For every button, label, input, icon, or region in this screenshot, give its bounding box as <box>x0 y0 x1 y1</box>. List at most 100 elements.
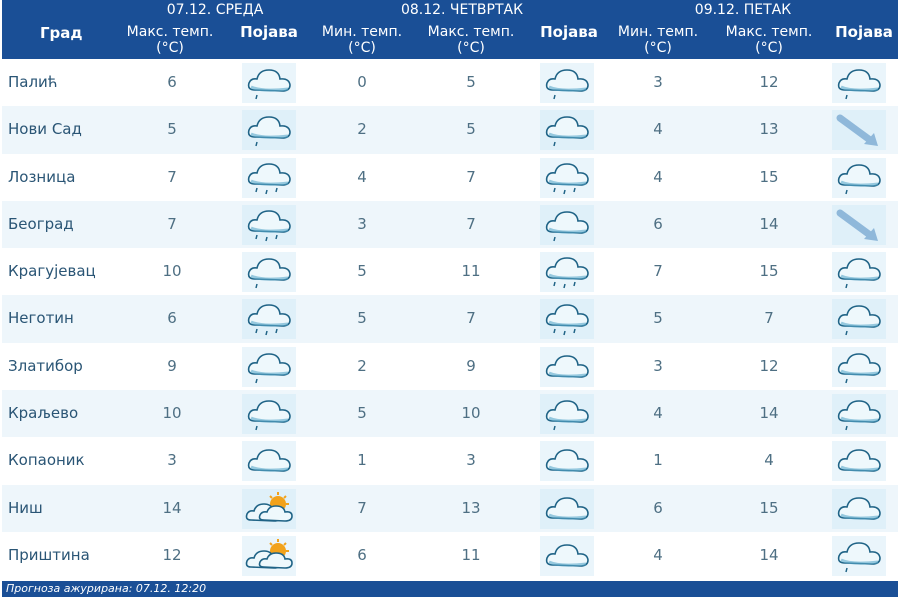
min-temp: 2 <box>357 120 367 139</box>
day-2-max-temp-header: Макс. темп. (°C) <box>427 24 515 56</box>
min-temp: 5 <box>357 262 367 281</box>
max-temp: 10 <box>461 404 481 423</box>
min-temp: 4 <box>357 167 367 186</box>
min-temp: 4 <box>653 545 663 564</box>
max-temp: 14 <box>759 404 779 423</box>
min-temp: 1 <box>357 451 367 470</box>
max-temp: 12 <box>162 545 182 564</box>
cloud-light-rain-icon <box>540 394 594 435</box>
cloud-sun-icon <box>242 535 296 576</box>
table-row: Крагујевац 10 5 11 7 15 <box>2 248 898 295</box>
max-temp: 15 <box>759 167 779 186</box>
table-header: Град 07.12. СРЕДА Макс. темп. (°C) Појав… <box>2 0 898 59</box>
min-temp: 7 <box>653 262 663 281</box>
cloud-light-rain-icon <box>242 63 296 103</box>
max-temp: 3 <box>167 451 177 470</box>
cloud-rain-icon <box>540 252 594 293</box>
min-temp: 3 <box>357 214 367 233</box>
cloud-light-rain-icon <box>242 252 296 293</box>
min-temp: 4 <box>653 404 663 423</box>
city-name: Неготин <box>8 309 74 328</box>
cloud-rain-icon <box>242 204 296 245</box>
cloud-light-rain-icon <box>832 63 886 103</box>
table-row: Београд 7 3 7 6 14 <box>2 200 898 249</box>
table-row: Ниш 14 7 13 6 15 <box>2 484 898 532</box>
max-temp: 7 <box>167 167 177 186</box>
update-footer: Прогноза ажурирана: 07.12. 12:20 <box>2 581 898 597</box>
city-name: Приштина <box>8 545 90 564</box>
max-temp: 6 <box>167 73 177 91</box>
wind-arrow-icon <box>832 204 886 245</box>
day-2-min-temp-header: Мин. темп. (°C) <box>321 24 403 56</box>
cloud-icon <box>540 346 594 387</box>
max-temp: 12 <box>759 73 779 91</box>
cloud-light-rain-icon <box>832 157 886 198</box>
cloud-rain-icon <box>242 299 296 340</box>
day-3-header: 09.12. ПЕТАК <box>694 2 792 18</box>
max-temp: 11 <box>461 262 481 281</box>
max-temp: 12 <box>759 356 779 375</box>
cloud-icon <box>540 441 594 482</box>
cloud-light-rain-icon <box>832 535 886 576</box>
day-1-max-temp-header: Макс. темп. (°C) <box>126 24 214 56</box>
min-temp: 5 <box>653 309 663 328</box>
cloud-light-rain-icon <box>832 346 886 387</box>
city-name: Краљево <box>8 404 79 423</box>
max-temp: 5 <box>466 73 476 91</box>
min-temp: 4 <box>653 167 663 186</box>
max-temp: 5 <box>167 120 177 139</box>
max-temp: 14 <box>759 545 779 564</box>
city-name: Београд <box>8 214 74 233</box>
min-temp: 0 <box>357 73 367 91</box>
day-2-header: 08.12. ЧЕТВРТАК <box>400 2 524 18</box>
day-1-header: 07.12. СРЕДА <box>166 2 264 18</box>
cloud-icon <box>832 488 886 529</box>
table-body: Палић 6 0 5 3 12 Нови Сад 5 2 5 4 13 Лозница 7 4 7 4 15 Бе… <box>2 59 898 579</box>
min-temp: 3 <box>653 356 663 375</box>
day-2-icon-header: Појава <box>540 23 598 41</box>
cloud-icon <box>540 535 594 576</box>
max-temp: 7 <box>764 309 774 328</box>
cloud-light-rain-icon <box>540 63 594 103</box>
city-name: Нови Сад <box>8 120 82 139</box>
max-temp: 7 <box>167 214 177 233</box>
wind-arrow-icon <box>832 110 886 151</box>
city-name: Златибор <box>8 356 83 375</box>
table-row: Приштина 12 6 11 4 14 <box>2 532 898 579</box>
table-row: Лозница 7 4 7 4 15 <box>2 154 898 201</box>
min-temp: 3 <box>653 73 663 91</box>
forecast-table: Град 07.12. СРЕДА Макс. темп. (°C) Појав… <box>2 0 898 579</box>
cloud-light-rain-icon <box>242 394 296 435</box>
min-temp: 1 <box>653 451 663 470</box>
cloud-light-rain-icon <box>540 110 594 151</box>
max-temp: 10 <box>162 262 182 281</box>
table-row: Копаоник 3 1 3 1 4 <box>2 437 898 484</box>
max-temp: 9 <box>466 356 476 375</box>
cloud-light-rain-icon <box>832 394 886 435</box>
day-3-max-temp-header: Макс. темп. (°C) <box>725 24 813 56</box>
min-temp: 5 <box>357 309 367 328</box>
min-temp: 2 <box>357 356 367 375</box>
max-temp: 4 <box>764 451 774 470</box>
max-temp: 13 <box>461 498 481 517</box>
cloud-icon <box>540 488 594 529</box>
min-temp: 4 <box>653 120 663 139</box>
cloud-icon <box>832 441 886 482</box>
city-name: Лозница <box>8 167 76 186</box>
max-temp: 11 <box>461 545 481 564</box>
cloud-icon <box>242 441 296 482</box>
max-temp: 15 <box>759 262 779 281</box>
city-name: Копаоник <box>8 451 85 470</box>
max-temp: 9 <box>167 356 177 375</box>
max-temp: 10 <box>162 404 182 423</box>
day-1-icon-header: Појава <box>240 23 298 41</box>
city-name: Крагујевац <box>8 262 96 281</box>
min-temp: 6 <box>653 498 663 517</box>
city-name: Ниш <box>8 498 43 517</box>
max-temp: 7 <box>466 214 476 233</box>
cloud-rain-icon <box>242 157 296 198</box>
min-temp: 7 <box>357 498 367 517</box>
max-temp: 15 <box>759 498 779 517</box>
cloud-light-rain-icon <box>832 299 886 340</box>
max-temp: 13 <box>759 120 779 139</box>
